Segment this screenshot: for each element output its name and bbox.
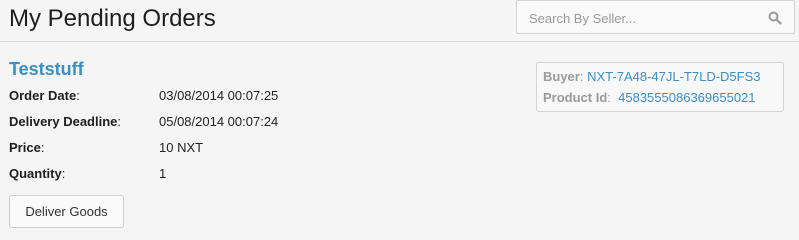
price-label: Price [9, 140, 41, 155]
product-id-label: Product Id [543, 90, 608, 105]
search-input[interactable] [529, 9, 759, 27]
search-icon[interactable] [768, 11, 782, 25]
delivery-deadline-value: 05/08/2014 00:07:24 [159, 114, 279, 129]
price-value: 10 NXT [159, 140, 204, 155]
order-info-box: Buyer: NXT-7A48-47JL-T7LD-D5FS3 Product … [536, 62, 784, 112]
order-date-value: 03/08/2014 00:07:25 [159, 88, 279, 103]
quantity-value: 1 [159, 166, 167, 181]
quantity-label: Quantity [9, 166, 62, 181]
order-date-label: Order Date [9, 88, 77, 103]
order-title-link[interactable]: Teststuff [9, 58, 84, 80]
delivery-deadline-row: Delivery Deadline: 05/08/2014 00:07:24 [9, 114, 279, 129]
product-id-link[interactable]: 4583555086369655021 [618, 90, 755, 105]
deliver-goods-button[interactable]: Deliver Goods [9, 195, 124, 228]
buyer-label: Buyer [543, 69, 580, 84]
product-id-row: Product Id: 4583555086369655021 [543, 90, 756, 105]
quantity-row: Quantity: 1 [9, 166, 167, 181]
search-box[interactable] [516, 0, 795, 34]
page-title: My Pending Orders [9, 5, 216, 32]
order-date-row: Order Date: 03/08/2014 00:07:25 [9, 88, 279, 103]
buyer-link[interactable]: NXT-7A48-47JL-T7LD-D5FS3 [587, 69, 760, 84]
buyer-row: Buyer: NXT-7A48-47JL-T7LD-D5FS3 [543, 69, 761, 84]
delivery-deadline-label: Delivery Deadline [9, 114, 118, 129]
header: My Pending Orders [0, 0, 799, 42]
price-row: Price: 10 NXT [9, 140, 204, 155]
